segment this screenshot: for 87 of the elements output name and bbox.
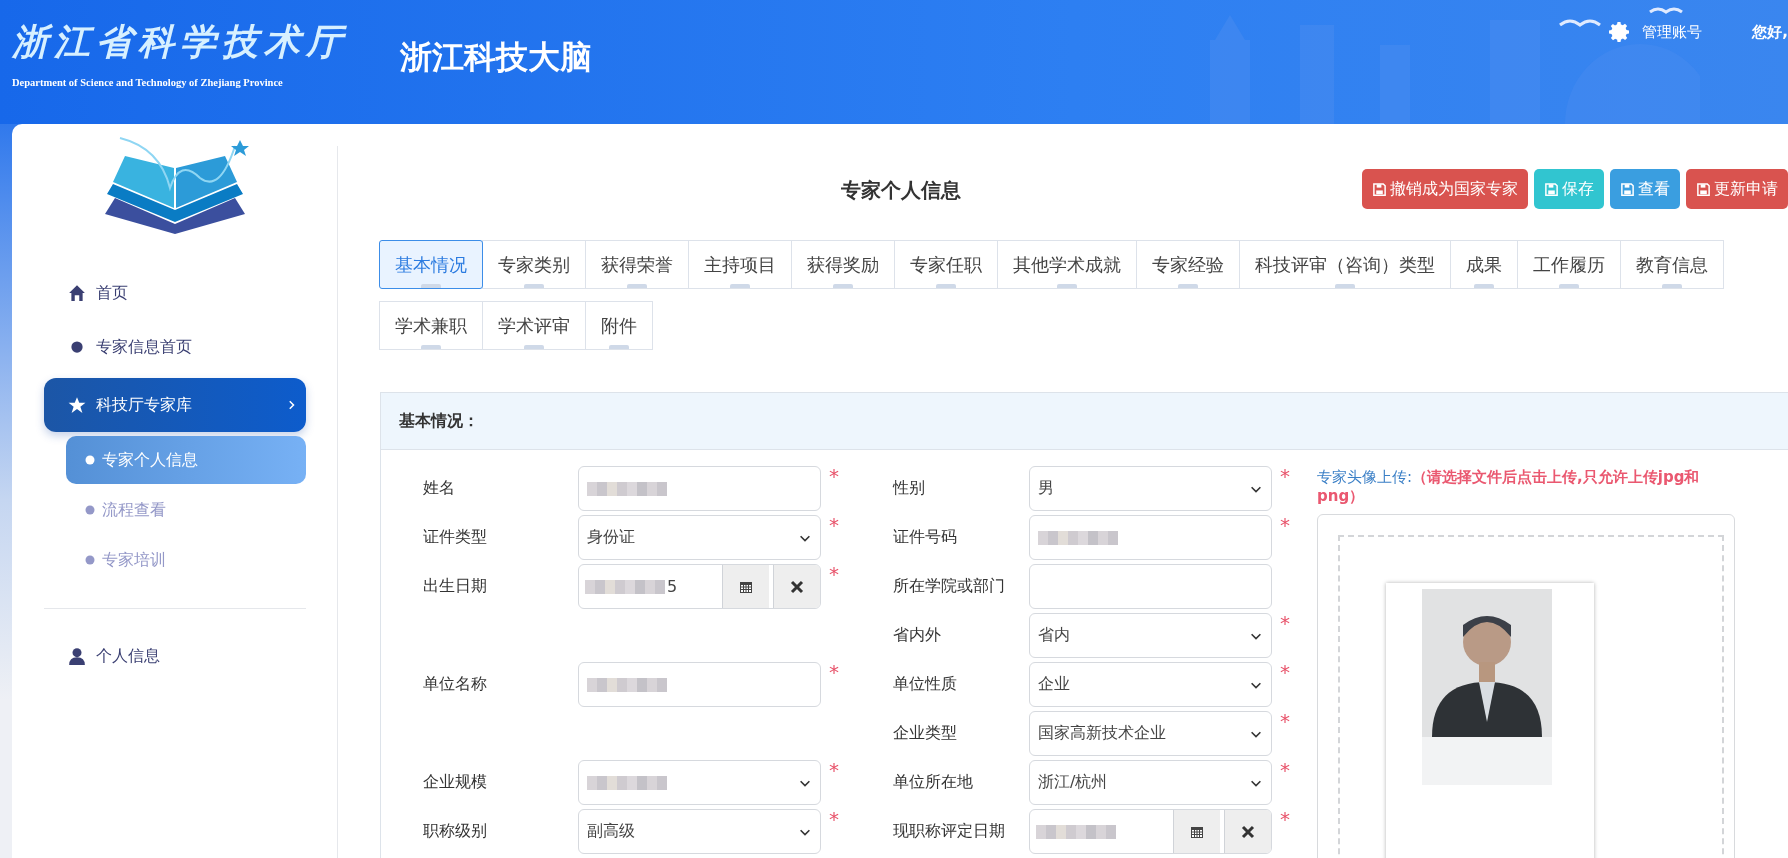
org-name: 浙江省科学技术厅	[12, 19, 349, 64]
tab[interactable]: 工作履历	[1517, 240, 1621, 289]
select-field[interactable]: 国家高新技术企业	[1029, 711, 1272, 756]
close-icon	[1240, 823, 1256, 840]
home-icon	[67, 284, 86, 302]
field-label: 证件类型	[423, 527, 488, 548]
save-icon	[1696, 181, 1711, 197]
tab[interactable]: 成果	[1450, 240, 1518, 289]
user-icon	[67, 647, 86, 665]
tab[interactable]: 教育信息	[1620, 240, 1724, 289]
select-field[interactable]: 副高级	[578, 809, 821, 854]
tab[interactable]: 其他学术成就	[997, 240, 1137, 289]
app-title: 浙江科技大脑	[400, 37, 592, 78]
field-label: 出生日期	[423, 576, 488, 597]
field-label: 证件号码	[892, 527, 958, 548]
nav-item[interactable]: 科技厅专家库	[43, 378, 306, 432]
field-label: 单位所在地	[892, 772, 974, 793]
select-field[interactable]: 身份证	[578, 515, 821, 560]
clear-button[interactable]	[773, 565, 820, 608]
tab[interactable]: 学术兼职	[379, 301, 483, 350]
field-label: 姓名	[423, 478, 456, 499]
required-mark: *	[1280, 662, 1290, 682]
save-icon	[1620, 181, 1635, 197]
required-mark: *	[829, 662, 839, 682]
required-mark: *	[829, 809, 839, 829]
bullet-icon	[83, 504, 96, 516]
action-button[interactable]: 更新申请	[1686, 169, 1788, 209]
required-mark: *	[829, 466, 839, 486]
save-icon	[1372, 181, 1387, 197]
field-label: 单位名称	[423, 674, 488, 695]
field-label: 现职称评定日期	[892, 821, 1006, 842]
required-mark: *	[829, 564, 839, 584]
org-name-english: Department of Science and Technology of Zhejiang Province	[12, 77, 284, 88]
field-label: 性别	[891, 478, 926, 499]
select-field[interactable]: 企业	[1029, 662, 1272, 707]
tab[interactable]: 专家经验	[1136, 240, 1240, 289]
nav-item[interactable]: 专家信息首页	[43, 320, 306, 374]
required-mark: *	[1280, 466, 1290, 486]
select-field[interactable]: 男	[1029, 466, 1272, 511]
greeting-text: 您好,	[1752, 22, 1788, 42]
input-field[interactable]	[578, 662, 821, 707]
save-icon	[1544, 181, 1559, 197]
tab[interactable]: 专家类别	[482, 240, 586, 289]
field-value: 5	[667, 577, 678, 596]
input-field[interactable]	[1029, 515, 1272, 560]
tab[interactable]: 获得荣誉	[585, 240, 689, 289]
bullet-icon	[83, 454, 96, 466]
clear-button[interactable]	[1224, 810, 1271, 853]
tab[interactable]: 基本情况	[379, 240, 483, 289]
panel-title: 基本情况：	[399, 410, 479, 432]
required-mark: *	[1280, 760, 1290, 780]
select-field[interactable]: 省内	[1029, 613, 1272, 658]
tab[interactable]: 专家任职	[894, 240, 998, 289]
field-label: 企业类型	[892, 723, 958, 744]
action-button[interactable]: 撤销成为国家专家	[1362, 169, 1528, 209]
select-field[interactable]: 浙江/杭州	[1029, 760, 1272, 805]
close-icon	[789, 578, 805, 595]
field-label: 职称级别	[423, 821, 488, 842]
required-mark: *	[829, 515, 839, 535]
account-link[interactable]: 管理账号	[1642, 22, 1703, 42]
field-label: 企业规模	[423, 772, 488, 793]
upload-label: 专家头像上传:（请选择文件后点击上传,只允许上传jpg和png）	[1317, 468, 1701, 506]
input-field[interactable]	[578, 466, 821, 511]
nav-item[interactable]: 首页	[43, 266, 306, 320]
input-field[interactable]	[1029, 564, 1272, 609]
nav-item[interactable]: 个人信息	[43, 629, 306, 683]
required-mark: *	[1280, 515, 1290, 535]
tab[interactable]: 附件	[585, 301, 653, 350]
tab[interactable]: 获得奖励	[791, 240, 895, 289]
tab[interactable]: 学术评审	[482, 301, 586, 350]
required-mark: *	[1280, 809, 1290, 829]
required-mark: *	[829, 760, 839, 780]
calendar-button[interactable]	[722, 565, 769, 608]
field-label: 单位性质	[892, 674, 958, 695]
tab[interactable]: 科技评审（咨询）类型	[1239, 240, 1451, 289]
tab[interactable]: 主持项目	[688, 240, 792, 289]
bullet-icon	[83, 554, 96, 566]
date-field[interactable]	[1029, 809, 1272, 854]
required-mark: *	[1280, 613, 1290, 633]
page-title: 专家个人信息	[840, 177, 962, 204]
field-label: 省内外	[892, 625, 942, 646]
select-field[interactable]	[578, 760, 821, 805]
star-icon	[67, 396, 86, 414]
calendar-button[interactable]	[1173, 810, 1220, 853]
field-label: 所在学院或部门	[892, 576, 1006, 597]
required-mark: *	[1280, 711, 1290, 731]
date-field[interactable]: 5	[578, 564, 821, 609]
